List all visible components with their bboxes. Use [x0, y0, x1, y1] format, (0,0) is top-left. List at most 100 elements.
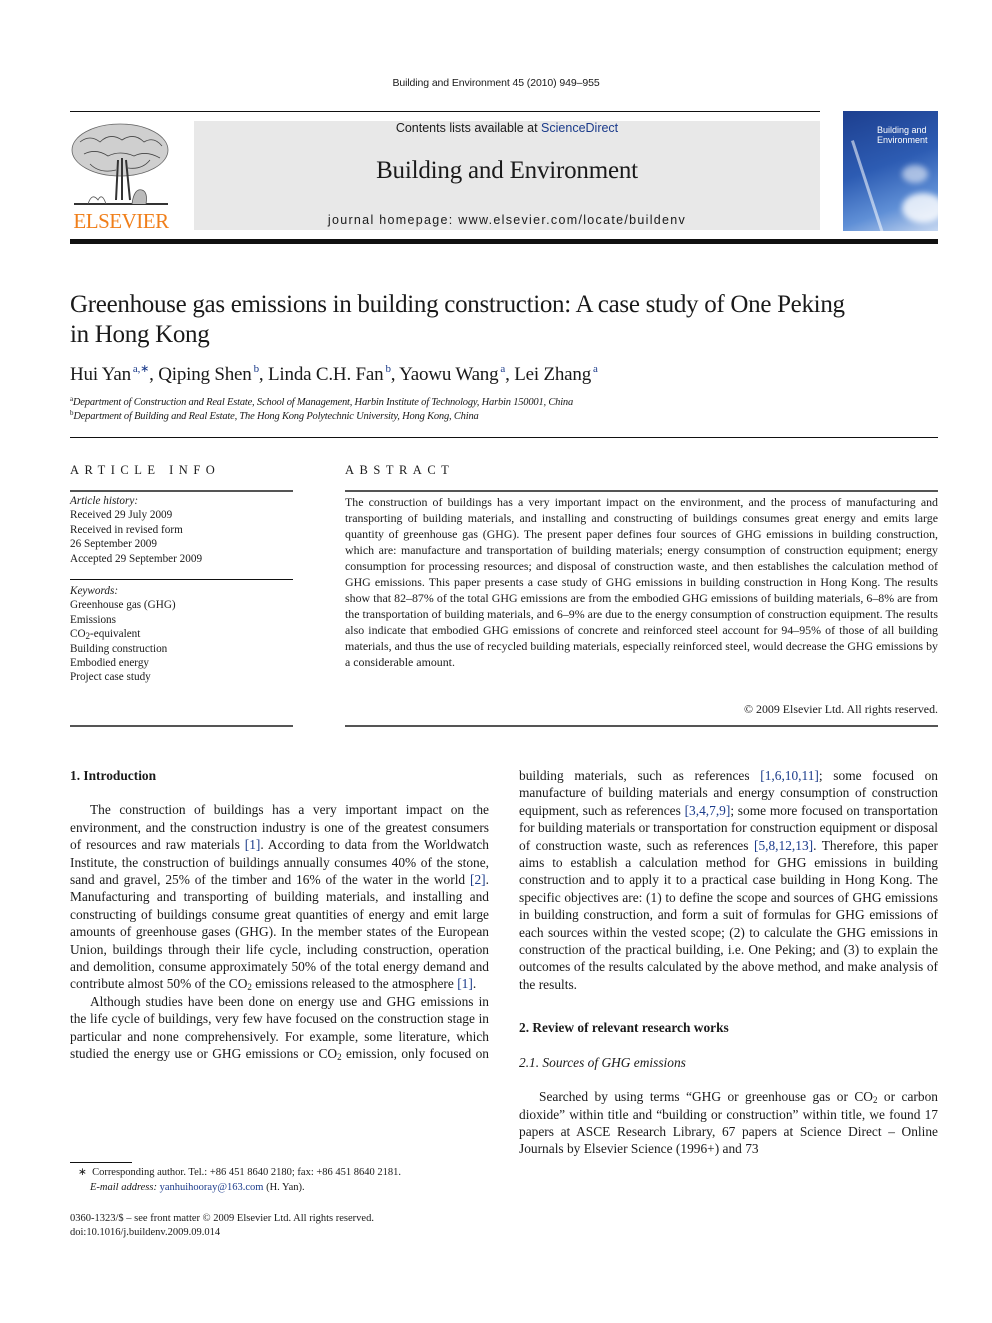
author-separator: ,	[258, 364, 269, 385]
affiliation-text: Department of Building and Real Estate, …	[73, 411, 479, 422]
article-title-line: in Hong Kong	[70, 321, 210, 348]
article-info-heading: ARTICLE INFO	[70, 463, 221, 477]
author[interactable]: Lei Zhang a	[514, 363, 598, 385]
header-rule	[70, 111, 820, 112]
footnote-rule	[70, 1162, 132, 1163]
article-title-line: Greenhouse gas emissions in building con…	[70, 291, 845, 318]
email-label: E-mail address:	[90, 1182, 160, 1193]
keyword: CO2-equivalent	[70, 627, 176, 641]
cover-building-graphic	[851, 140, 888, 231]
history-item: 26 September 2009	[70, 538, 157, 551]
keyword-text: CO	[70, 628, 86, 641]
author[interactable]: Hui Yan a,∗	[70, 363, 149, 385]
text-run: . Manufacturing and transporting of buil…	[70, 872, 489, 992]
body-column-right: building materials, such as references […	[519, 767, 938, 1158]
footnote-text: Corresponding author. Tel.: +86 451 8640…	[92, 1167, 402, 1178]
cover-title-line: Building and	[877, 125, 927, 135]
elsevier-tree-icon	[71, 123, 169, 205]
keyword: Embodied energy	[70, 657, 150, 670]
sciencedirect-link[interactable]: ScienceDirect	[541, 121, 618, 135]
history-item: Received in revised form	[70, 523, 183, 536]
footnote-text: (H. Yan).	[263, 1182, 305, 1193]
publisher-logo[interactable]: ELSEVIER	[70, 120, 172, 232]
body-column-left: 1. Introduction The construction of buil…	[70, 767, 489, 1062]
abstract-rule	[345, 490, 938, 492]
author-affiliation-mark[interactable]: a	[593, 363, 598, 375]
author-name: Linda C.H. Fan	[268, 364, 384, 385]
keywords-rule	[70, 579, 293, 580]
journal-banner: Contents lists available at ScienceDirec…	[194, 121, 820, 230]
paragraph: The construction of buildings has a very…	[70, 801, 489, 992]
contents-line: Contents lists available at ScienceDirec…	[194, 121, 820, 135]
contents-prefix: Contents lists available at	[395, 121, 542, 135]
affiliation-text: Department of Construction and Real Esta…	[72, 397, 574, 408]
citation-link[interactable]: [5,8,12,13]	[754, 838, 813, 853]
author[interactable]: Linda C.H. Fan b	[268, 363, 391, 385]
front-matter: 0360-1323/$ – see front matter © 2009 El…	[70, 1212, 374, 1240]
paragraph: Searched by using terms “GHG or greenhou…	[519, 1088, 938, 1158]
history-item: Accepted 29 September 2009	[70, 552, 203, 565]
keyword: Emissions	[70, 613, 117, 626]
author[interactable]: Yaowu Wang a	[399, 363, 505, 385]
citation-link[interactable]: [1]	[245, 837, 261, 852]
cover-title-line: Environment	[877, 135, 928, 145]
keyword-text: -equivalent	[90, 628, 141, 641]
author-name: Lei Zhang	[514, 364, 592, 385]
text-run: building materials, such as references	[519, 768, 761, 783]
elsevier-wordmark: ELSEVIER	[73, 209, 169, 233]
section-rule	[70, 437, 938, 438]
citation-link[interactable]: [2]	[470, 872, 486, 887]
text-run: .	[472, 976, 477, 992]
article-title: Greenhouse gas emissions in building con…	[70, 290, 950, 350]
author-affiliation-mark[interactable]: a,∗	[133, 363, 149, 375]
journal-cover-image[interactable]: Building and Environment	[843, 111, 938, 231]
article-history-label: Article history:	[70, 495, 139, 507]
author-separator: ,	[149, 364, 159, 385]
email-link[interactable]: yanhuihooray@163.com	[160, 1182, 264, 1193]
cover-title: Building and Environment	[877, 125, 928, 145]
abstract-text: The construction of buildings has a very…	[345, 495, 938, 669]
footnote-mark: ∗	[78, 1167, 87, 1178]
section-heading: 2. Review of relevant research works	[519, 1020, 729, 1036]
keywords-label: Keywords:	[70, 585, 119, 597]
journal-homepage[interactable]: journal homepage: www.elsevier.com/locat…	[194, 213, 820, 227]
issn-line: 0360-1323/$ – see front matter © 2009 El…	[70, 1213, 374, 1224]
subsection-heading: 2.1. Sources of GHG emissions	[519, 1054, 686, 1070]
article-history: Article history: Received 29 July 2009 R…	[70, 494, 202, 566]
keywords: Keywords: Greenhouse gas (GHG) Emissions…	[70, 584, 176, 685]
article-info-rule	[70, 490, 293, 492]
text-run: emissions released to the atmosphere	[251, 976, 458, 992]
abstract-copyright: © 2009 Elsevier Ltd. All rights reserved…	[744, 702, 938, 716]
author-name: Yaowu Wang	[399, 364, 499, 385]
abstract-heading: ABSTRACT	[345, 463, 455, 477]
keyword: Greenhouse gas (GHG)	[70, 599, 176, 612]
doi[interactable]: doi:10.1016/j.buildenv.2009.09.014	[70, 1226, 374, 1240]
author-separator: ,	[390, 364, 400, 385]
history-item: Received 29 July 2009	[70, 509, 173, 522]
affiliation: aDepartment of Construction and Real Est…	[70, 395, 573, 408]
corresponding-author-footnote: ∗ Corresponding author. Tel.: +86 451 86…	[70, 1165, 401, 1195]
cover-cloud-graphic	[902, 193, 938, 223]
author[interactable]: Qiping Shen b	[158, 363, 259, 385]
author-list: Hui Yan a,∗, Qiping Shen b, Linda C.H. Fan…	[70, 362, 598, 386]
author-name: Qiping Shen	[158, 364, 252, 385]
section-heading: 1. Introduction	[70, 768, 157, 783]
affiliation: bDepartment of Building and Real Estate,…	[70, 409, 479, 422]
paragraph: Although studies have been done on energ…	[70, 993, 489, 1062]
paragraph-continued: building materials, such as references […	[519, 767, 938, 993]
author-separator: ,	[505, 364, 515, 385]
abstract-bottom-rule	[345, 725, 938, 727]
cover-cloud-graphic	[902, 165, 928, 183]
citation-link[interactable]: [3,4,7,9]	[685, 803, 731, 818]
text-run: . Therefore, this paper aims to establis…	[519, 837, 938, 992]
article-info-bottom-rule	[70, 725, 293, 727]
running-head: Building and Environment 45 (2010) 949–9…	[392, 77, 600, 89]
keyword: Project case study	[70, 671, 151, 684]
citation-link[interactable]: [1,6,10,11]	[760, 768, 819, 783]
journal-title: Building and Environment	[376, 157, 638, 184]
author-name: Hui Yan	[70, 364, 131, 385]
header-thick-rule	[70, 239, 938, 244]
text-run: Searched by using terms “GHG or greenhou…	[539, 1089, 873, 1105]
keyword: Building construction	[70, 642, 168, 655]
citation-link[interactable]: [1]	[457, 976, 473, 991]
